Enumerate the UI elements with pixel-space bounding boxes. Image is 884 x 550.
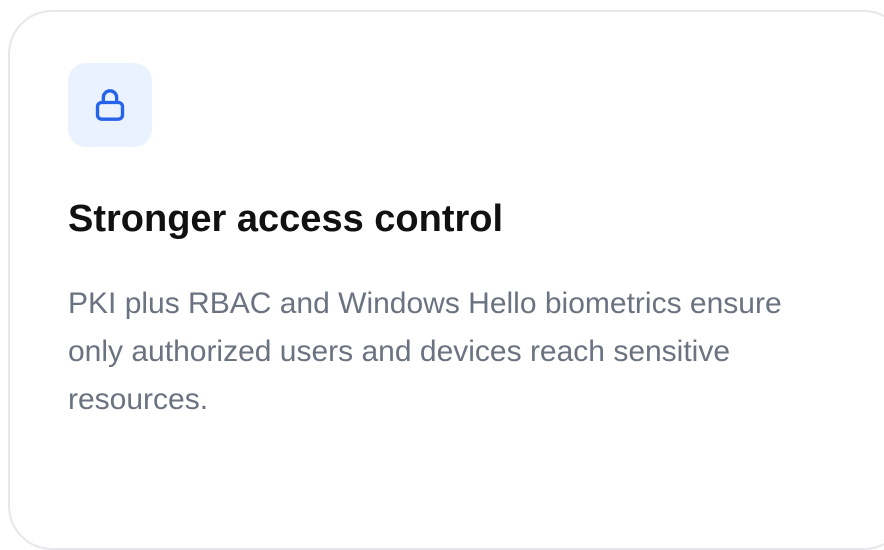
icon-badge [68, 63, 152, 147]
card-title: Stronger access control [68, 198, 504, 240]
feature-card: Stronger access control PKI plus RBAC an… [8, 10, 884, 550]
lock-icon [95, 89, 125, 121]
card-description: PKI plus RBAC and Windows Hello biometri… [68, 287, 782, 416]
